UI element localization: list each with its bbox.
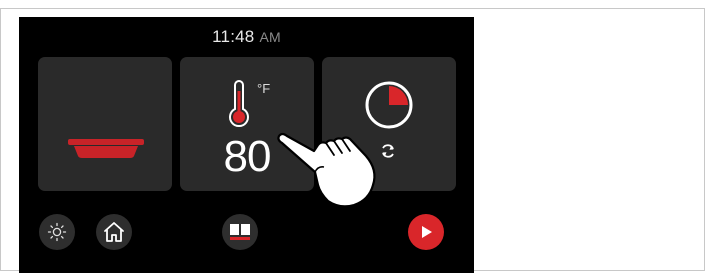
clock: 11:48 AM [19,27,474,47]
temperature-unit: °F [257,81,271,96]
clock-time: 11:48 [212,27,255,46]
play-icon [422,226,432,238]
recipe-book-icon [230,224,250,240]
timer-icon [365,81,413,129]
home-icon [104,222,124,242]
start-button[interactable] [408,214,444,250]
thermometer-icon [229,80,249,128]
light-icon [47,222,67,242]
tap-hand-icon [277,132,376,208]
recipe-book-button[interactable] [222,214,258,250]
clock-ampm: AM [259,29,281,45]
cook-mode-tile[interactable] [38,57,172,191]
home-button[interactable] [96,214,132,250]
oven-display: 11:48 AM °F 80 [19,17,474,273]
light-button[interactable] [39,214,75,250]
pan-icon [68,139,144,158]
